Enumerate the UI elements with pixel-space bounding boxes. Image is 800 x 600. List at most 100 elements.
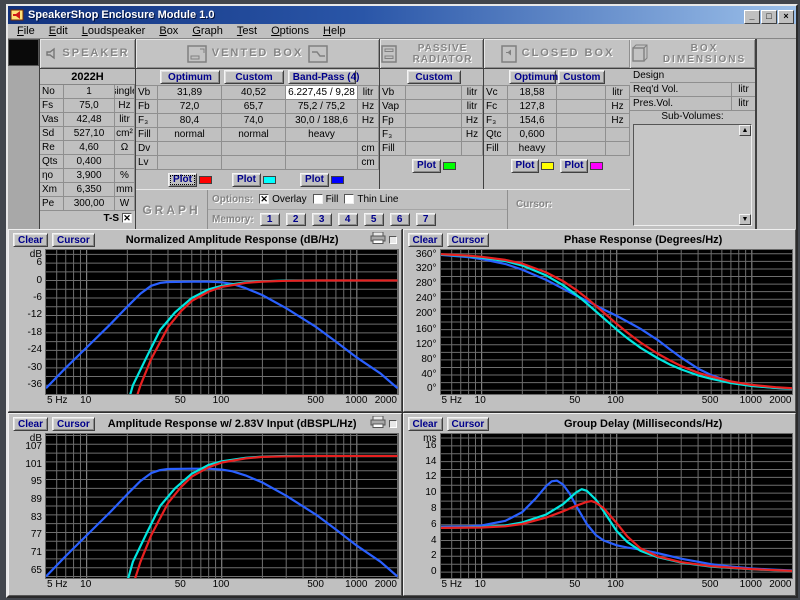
param-value[interactable]: 42,48 xyxy=(64,113,115,127)
design-label[interactable]: Design xyxy=(630,69,755,82)
option-thin-line[interactable]: Thin Line xyxy=(344,194,398,205)
cursor-button[interactable]: Cursor xyxy=(52,417,95,431)
param-value[interactable] xyxy=(557,100,606,114)
alignment-button-optimum[interactable]: Optimum xyxy=(160,70,221,84)
param-value[interactable]: 6,350 xyxy=(64,183,115,197)
menu-help[interactable]: Help xyxy=(316,25,353,37)
plot-area[interactable] xyxy=(440,433,794,579)
clear-button[interactable]: Clear xyxy=(13,233,48,247)
memory-button-5[interactable]: 5 xyxy=(364,213,384,226)
param-value[interactable] xyxy=(557,86,606,100)
param-value[interactable] xyxy=(158,142,222,156)
param-value[interactable]: heavy xyxy=(286,128,358,142)
param-value[interactable]: 300,00 xyxy=(64,197,115,211)
ts-checkbox[interactable]: ✕ xyxy=(122,213,132,223)
param-value[interactable]: normal xyxy=(222,128,286,142)
param-value[interactable]: 65,7 xyxy=(222,100,286,114)
maximize-button[interactable]: □ xyxy=(761,10,777,24)
param-value[interactable]: 154,6 xyxy=(508,114,557,128)
title-bar[interactable]: SpeakerShop Enclosure Module 1.0 _□× xyxy=(8,6,796,24)
driver-model[interactable]: 2022H xyxy=(40,69,135,85)
param-value[interactable]: 80,4 xyxy=(158,114,222,128)
param-value[interactable] xyxy=(406,114,462,128)
scroll-down-icon[interactable]: ▼ xyxy=(739,214,751,225)
clear-button[interactable]: Clear xyxy=(408,417,443,431)
memory-button-4[interactable]: 4 xyxy=(338,213,358,226)
param-value[interactable]: normal xyxy=(158,128,222,142)
print-indicator[interactable] xyxy=(389,236,397,244)
param-value[interactable]: 527,10 xyxy=(64,127,115,141)
param-value[interactable] xyxy=(222,156,286,170)
plot-button-vented-2[interactable]: Plot xyxy=(300,173,329,187)
printer-icon[interactable] xyxy=(370,231,386,249)
checkbox-overlay[interactable]: ✕ xyxy=(259,194,269,204)
option-overlay[interactable]: ✕Overlay xyxy=(259,194,306,205)
print-indicator[interactable] xyxy=(389,420,397,428)
plot-button-closed-0[interactable]: Plot xyxy=(511,159,540,173)
plot-button-vented-1[interactable]: Plot xyxy=(232,173,261,187)
memory-button-7[interactable]: 7 xyxy=(416,213,436,226)
param-value[interactable] xyxy=(286,142,358,156)
param-value[interactable]: 31,89 xyxy=(158,86,222,100)
param-value[interactable] xyxy=(158,156,222,170)
param-value[interactable]: 30,0 / 188,6 xyxy=(286,114,358,128)
sub-volumes-list[interactable]: ▲ ▼ xyxy=(633,124,752,226)
alignment-button-custom[interactable]: Custom xyxy=(558,70,605,84)
cursor-button[interactable]: Cursor xyxy=(447,417,490,431)
memory-button-3[interactable]: 3 xyxy=(312,213,332,226)
cursor-button[interactable]: Cursor xyxy=(447,233,490,247)
memory-button-2[interactable]: 2 xyxy=(286,213,306,226)
param-value[interactable]: 6.227,45 / 9,28 xyxy=(286,86,358,100)
param-value[interactable]: 1 xyxy=(64,85,115,99)
alignment-button-band-pass-4-[interactable]: Band-Pass (4) xyxy=(288,70,356,84)
scroll-up-icon[interactable]: ▲ xyxy=(739,125,751,136)
checkbox-thin-line[interactable] xyxy=(344,194,354,204)
checkbox-fill[interactable] xyxy=(313,194,323,204)
alignment-button-custom[interactable]: Custom xyxy=(224,70,285,84)
param-value[interactable] xyxy=(406,86,462,100)
menu-loudspeaker[interactable]: Loudspeaker xyxy=(75,25,153,37)
menu-graph[interactable]: Graph xyxy=(185,25,230,37)
param-value[interactable] xyxy=(557,114,606,128)
param-value[interactable]: 40,52 xyxy=(222,86,286,100)
param-value[interactable]: 72,0 xyxy=(158,100,222,114)
minimize-button[interactable]: _ xyxy=(744,10,760,24)
param-value[interactable]: 127,8 xyxy=(508,100,557,114)
sub-volumes-scrollbar[interactable]: ▲ ▼ xyxy=(739,125,751,225)
param-value[interactable]: 75,0 xyxy=(64,99,115,113)
param-value[interactable] xyxy=(406,142,462,156)
plot-area[interactable] xyxy=(45,249,399,395)
param-value[interactable]: 0,400 xyxy=(64,155,115,169)
close-button[interactable]: × xyxy=(778,10,794,24)
param-value[interactable] xyxy=(406,100,462,114)
param-value[interactable]: heavy xyxy=(508,142,557,156)
plot-area[interactable] xyxy=(45,433,399,579)
param-value[interactable] xyxy=(557,142,606,156)
plot-button-vented-0[interactable]: Plot xyxy=(168,173,197,187)
param-value[interactable]: 4,60 xyxy=(64,141,115,155)
plot-area[interactable] xyxy=(440,249,794,395)
printer-icon[interactable] xyxy=(370,415,386,433)
option-fill[interactable]: Fill xyxy=(313,194,339,205)
menu-box[interactable]: Box xyxy=(152,25,185,37)
alignment-button-custom[interactable]: Custom xyxy=(407,70,460,84)
clear-button[interactable]: Clear xyxy=(13,417,48,431)
menu-options[interactable]: Options xyxy=(264,25,316,37)
memory-button-1[interactable]: 1 xyxy=(260,213,280,226)
param-value[interactable]: 0,600 xyxy=(508,128,557,142)
memory-button-6[interactable]: 6 xyxy=(390,213,410,226)
menu-file[interactable]: File xyxy=(10,25,42,37)
param-value[interactable]: 74,0 xyxy=(222,114,286,128)
param-value[interactable]: 75,2 / 75,2 xyxy=(286,100,358,114)
menu-test[interactable]: Test xyxy=(230,25,264,37)
alignment-button-optimum[interactable]: Optimum xyxy=(509,70,556,84)
menu-edit[interactable]: Edit xyxy=(42,25,75,37)
plot-button-passive-0[interactable]: Plot xyxy=(412,159,441,173)
param-value[interactable] xyxy=(286,156,358,170)
plot-button-closed-1[interactable]: Plot xyxy=(560,159,589,173)
cursor-button[interactable]: Cursor xyxy=(52,233,95,247)
param-value[interactable] xyxy=(406,128,462,142)
param-value[interactable] xyxy=(557,128,606,142)
clear-button[interactable]: Clear xyxy=(408,233,443,247)
param-value[interactable] xyxy=(222,142,286,156)
